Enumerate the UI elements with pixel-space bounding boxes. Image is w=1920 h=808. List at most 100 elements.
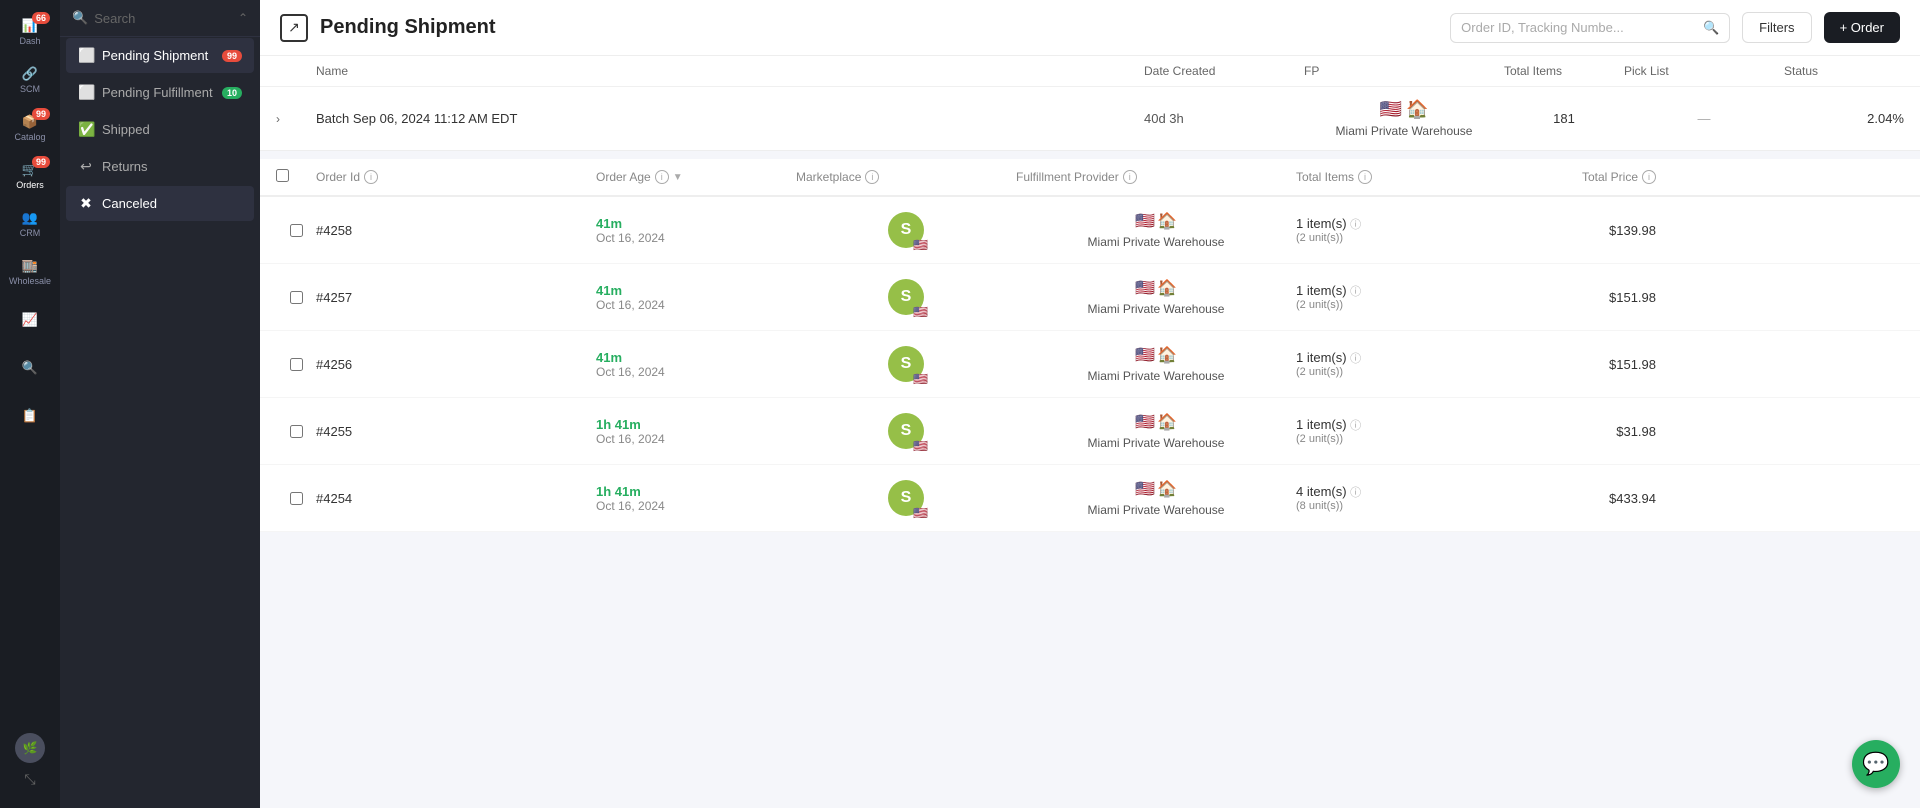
batch-col-items: Total Items — [1504, 64, 1624, 78]
row-checkbox-1[interactable] — [290, 291, 303, 304]
fp-name-label: Miami Private Warehouse — [1088, 436, 1225, 450]
order-search-box: 🔍 — [1450, 13, 1730, 43]
items-count: 4 item(s) ⓘ — [1296, 484, 1496, 500]
wholesale-label: Wholesale — [9, 276, 51, 286]
row-checkbox-cell — [276, 224, 316, 237]
batch-section: Name Date Created FP Total Items Pick Li… — [260, 56, 1920, 151]
row-checkbox-4[interactable] — [290, 492, 303, 505]
order-id-cell: #4257 — [316, 290, 596, 305]
row-checkbox-2[interactable] — [290, 358, 303, 371]
shopify-icon: S 🇺🇸 — [888, 346, 924, 382]
catalog-badge: 99 — [32, 108, 50, 120]
sidebar-item-wholesale[interactable]: 🏬 Wholesale — [8, 250, 52, 294]
row-checkbox-3[interactable] — [290, 425, 303, 438]
page-title: Pending Shipment — [320, 16, 496, 39]
sidebar-item-orders[interactable]: 🛒 Orders 99 — [8, 154, 52, 198]
nav-returns-label: Returns — [102, 159, 148, 174]
analytics-icon: 📈 — [22, 312, 38, 328]
nav-shipped-label: Shipped — [102, 122, 150, 137]
order-age-sort-icon[interactable]: ▼ — [673, 172, 683, 183]
sidebar-item-reports[interactable]: 📋 — [8, 394, 52, 438]
page-icon: ↗ — [280, 14, 308, 42]
dash-badge: 66 — [32, 12, 50, 24]
order-age-info-icon: i — [655, 170, 669, 184]
shopify-icon: S 🇺🇸 — [888, 413, 924, 449]
crm-icon: 👥 — [22, 210, 38, 226]
user-avatar[interactable]: 🌿 — [15, 733, 45, 763]
order-id-cell: #4258 — [316, 223, 596, 238]
search-input[interactable] — [94, 11, 232, 26]
dash-label: Dash — [19, 36, 40, 46]
orders-section: Order Id i Order Age i ▼ Marketplace i F… — [260, 159, 1920, 532]
catalog-label: Catalog — [14, 132, 45, 142]
chat-button[interactable]: 💬 — [1852, 740, 1900, 788]
order-search-input[interactable] — [1461, 20, 1697, 35]
items-count: 1 item(s) ⓘ — [1296, 216, 1496, 232]
order-age-value: 41m — [596, 216, 796, 231]
search-nav-icon: 🔍 — [22, 360, 38, 376]
fp-name-label: Miami Private Warehouse — [1088, 369, 1225, 383]
table-row: #4257 41m Oct 16, 2024 S 🇺🇸 🇺🇸 🏠 Miami P… — [260, 264, 1920, 331]
fp-warehouse-icon: 🏠 — [1157, 479, 1177, 499]
order-age-value: 1h 41m — [596, 417, 796, 432]
filters-button[interactable]: Filters — [1742, 12, 1811, 43]
nav-item-returns[interactable]: ↩ Returns — [66, 149, 254, 184]
col-order-age-header: Order Age i ▼ — [596, 170, 796, 184]
batch-fp-cell: 🇺🇸 🏠 Miami Private Warehouse — [1304, 99, 1504, 138]
sidebar-item-catalog[interactable]: 📦 Catalog 99 — [8, 106, 52, 150]
sidebar-item-analytics[interactable]: 📈 — [8, 298, 52, 342]
batch-row: › Batch Sep 06, 2024 11:12 AM EDT 40d 3h… — [260, 87, 1920, 150]
wholesale-icon: 🏬 — [22, 258, 38, 274]
collapse-icon[interactable]: ⤡ — [24, 771, 35, 788]
fp-us-flag: 🇺🇸 — [1135, 479, 1155, 499]
fp-cell: 🇺🇸 🏠 Miami Private Warehouse — [1016, 345, 1296, 383]
nav-pending-fulfillment-label: Pending Fulfillment — [102, 85, 213, 100]
order-age-cell: 41m Oct 16, 2024 — [596, 216, 796, 245]
batch-expand-chevron[interactable]: › — [276, 112, 316, 126]
marketplace-cell: S 🇺🇸 — [796, 346, 1016, 382]
sidebar-item-crm[interactable]: 👥 CRM — [8, 202, 52, 246]
fp-warehouse-icon: 🏠 — [1157, 345, 1177, 365]
fp-us-flag: 🇺🇸 — [1135, 211, 1155, 231]
fp-name-label: Miami Private Warehouse — [1088, 235, 1225, 249]
units-count: (2 unit(s)) — [1296, 433, 1496, 445]
canceled-icon: ✖ — [78, 195, 94, 212]
marketplace-cell: S 🇺🇸 — [796, 212, 1016, 248]
row-checkbox-cell — [276, 425, 316, 438]
row-checkbox-cell — [276, 358, 316, 371]
fp-flags: 🇺🇸 🏠 — [1135, 211, 1177, 231]
sidebar-item-search[interactable]: 🔍 — [8, 346, 52, 390]
nav-item-shipped[interactable]: ✅ Shipped — [66, 112, 254, 147]
fp-flags: 🇺🇸 🏠 — [1135, 479, 1177, 499]
order-age-date: Oct 16, 2024 — [596, 432, 796, 446]
units-count: (8 unit(s)) — [1296, 500, 1496, 512]
shopify-flag-icon: 🇺🇸 — [913, 439, 928, 453]
orders-label: Orders — [16, 180, 44, 190]
row-checkbox-0[interactable] — [290, 224, 303, 237]
sidebar-item-dash[interactable]: 📊 Dash 66 — [8, 10, 52, 54]
sidebar-item-scm[interactable]: 🔗 SCM — [8, 58, 52, 102]
units-count: (2 unit(s)) — [1296, 232, 1496, 244]
reports-icon: 📋 — [22, 408, 38, 424]
shopify-flag-icon: 🇺🇸 — [913, 238, 928, 252]
nav-pending-shipment-label: Pending Shipment — [102, 48, 208, 63]
col-items-header: Total Items i — [1296, 170, 1496, 184]
nav-item-pending-fulfillment[interactable]: ⬜ Pending Fulfillment 10 — [66, 75, 254, 110]
nav-item-canceled[interactable]: ✖ Canceled — [66, 186, 254, 221]
marketplace-cell: S 🇺🇸 — [796, 413, 1016, 449]
order-id-cell: #4256 — [316, 357, 596, 372]
add-order-button[interactable]: + Order — [1824, 12, 1900, 43]
order-id-cell: #4254 — [316, 491, 596, 506]
units-count: (2 unit(s)) — [1296, 299, 1496, 311]
shopify-icon: S 🇺🇸 — [888, 212, 924, 248]
batch-status: 2.04% — [1784, 111, 1904, 126]
sidebar-icons: 📊 Dash 66 🔗 SCM 📦 Catalog 99 🛒 Orders 99… — [0, 0, 60, 808]
items-cell: 4 item(s) ⓘ (8 unit(s)) — [1296, 484, 1496, 512]
fp-cell: 🇺🇸 🏠 Miami Private Warehouse — [1016, 278, 1296, 316]
batch-name: Batch Sep 06, 2024 11:12 AM EDT — [316, 111, 1144, 126]
select-all-checkbox[interactable] — [276, 169, 289, 182]
table-header: Order Id i Order Age i ▼ Marketplace i F… — [260, 159, 1920, 197]
nav-item-pending-shipment[interactable]: ⬜ Pending Shipment 99 — [66, 38, 254, 73]
fp-flags: 🇺🇸 🏠 — [1135, 412, 1177, 432]
batch-picklist: — — [1624, 111, 1784, 126]
